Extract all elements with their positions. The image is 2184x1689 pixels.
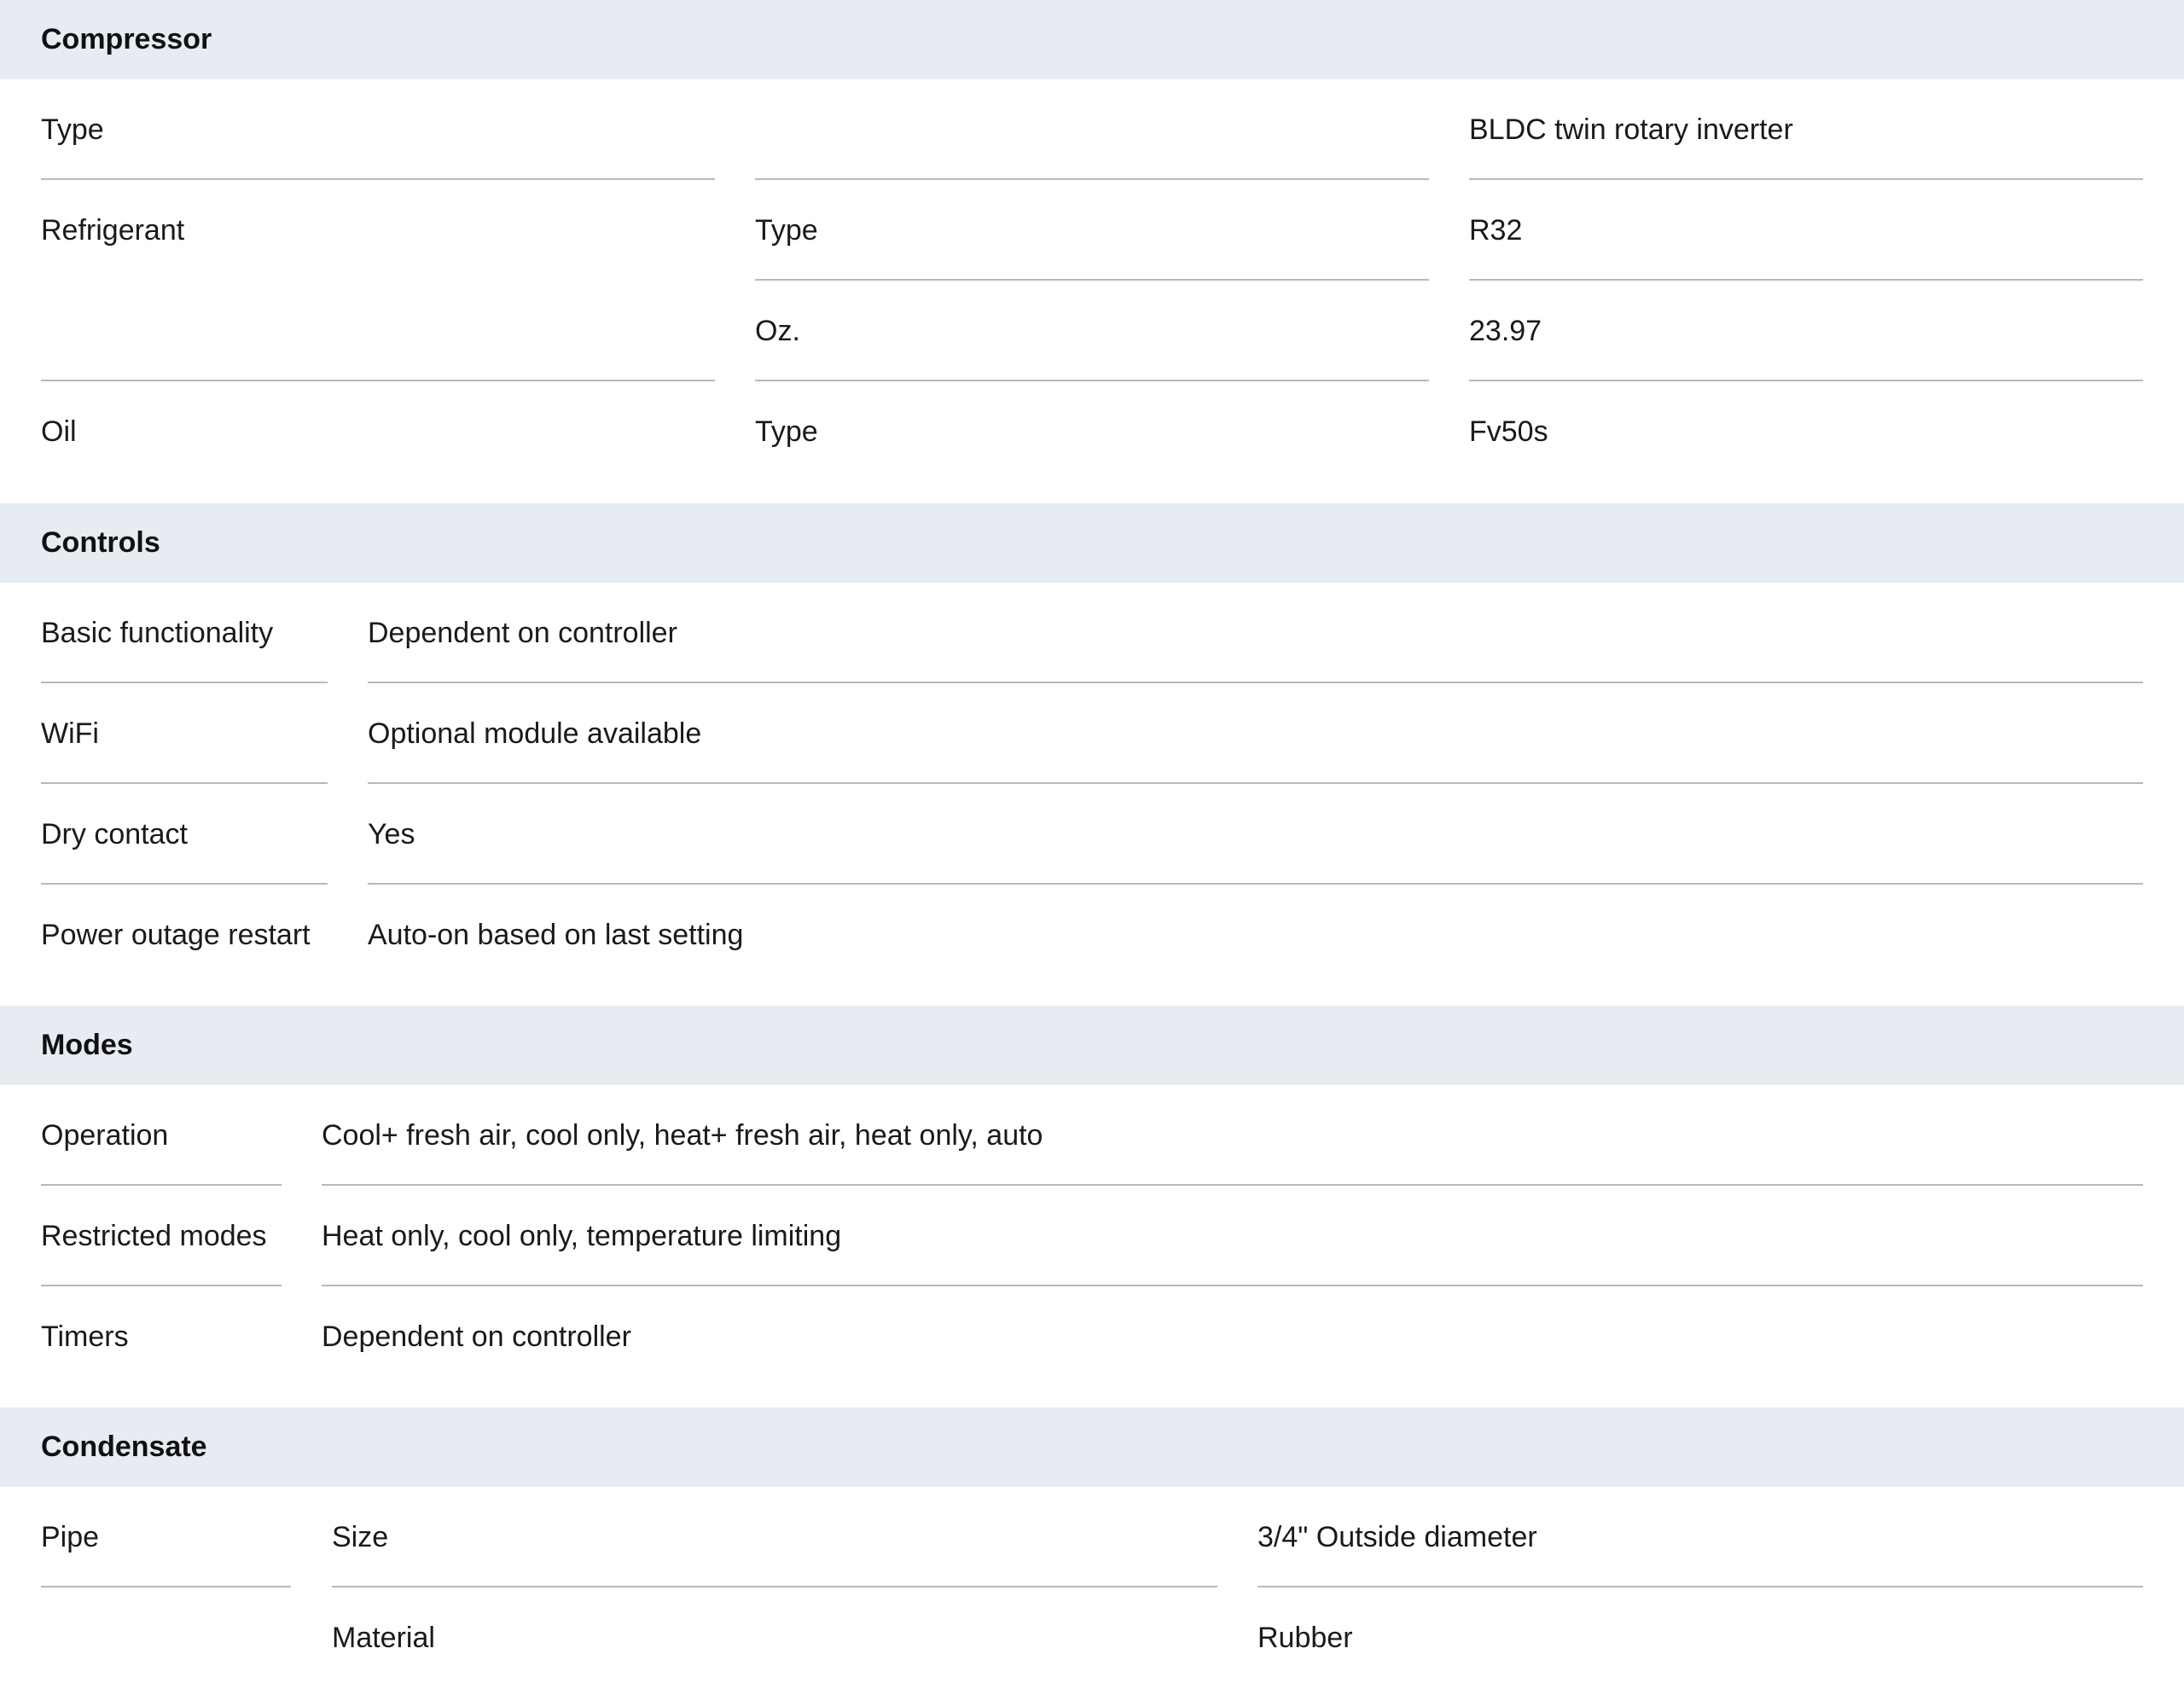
spec-label-cell: Oil: [41, 381, 715, 482]
spec-value-cell: Optional module available: [368, 683, 2143, 784]
spec-value: 23.97: [1469, 315, 1542, 347]
spec-label-cell: Dry contact: [41, 784, 328, 885]
spec-sublabel: Type: [755, 415, 818, 448]
spec-label: Basic functionality: [41, 617, 274, 649]
spec-sublabel-cell: [755, 79, 1429, 180]
spec-sublabel-cell: Material: [332, 1587, 1217, 1688]
section-title: Controls: [41, 526, 160, 559]
spec-label-cell: Pipe: [41, 1487, 291, 1587]
spec-value-cell: Heat only, cool only, temperature limiti…: [322, 1186, 2143, 1286]
spec-value-cell: Yes: [368, 784, 2143, 885]
spec-sublabel: Material: [332, 1622, 435, 1654]
spec-value: Auto-on based on last setting: [368, 919, 744, 951]
section-header-condensate: Condensate: [0, 1408, 2184, 1487]
spec-value-cell: Auto-on based on last setting: [368, 885, 2143, 985]
spec-value-cell: Dependent on controller: [368, 583, 2143, 683]
spec-value: Rubber: [1258, 1622, 1353, 1654]
section-title: Compressor: [41, 23, 212, 55]
spec-label-cell: Timers: [41, 1286, 282, 1387]
spec-label: Operation: [41, 1119, 169, 1152]
spec-value-cell: Rubber: [1258, 1587, 2143, 1688]
spec-label: Type: [41, 113, 104, 146]
spec-value: Yes: [368, 818, 415, 850]
spec-value-cell: Cool+ fresh air, cool only, heat+ fresh …: [322, 1085, 2143, 1186]
spec-label: WiFi: [41, 717, 99, 750]
spec-sublabel: Size: [332, 1521, 389, 1553]
spec-value-cell: 23.97: [1469, 281, 2143, 381]
spec-sublabel-cell: Oz.: [755, 281, 1429, 381]
section-header-compressor: Compressor: [0, 0, 2184, 79]
spec-value-cell: BLDC twin rotary inverter: [1469, 79, 2143, 180]
section-header-controls: Controls: [0, 503, 2184, 583]
spec-label: Power outage restart: [41, 919, 311, 951]
spec-value: R32: [1469, 214, 1523, 247]
spec-label-cell: Basic functionality: [41, 583, 328, 683]
spec-value-cell: R32: [1469, 180, 2143, 281]
spec-label: Dry contact: [41, 818, 188, 850]
spec-sublabel-cell: Type: [755, 381, 1429, 482]
spec-label-cell: Power outage restart: [41, 885, 328, 985]
spec-value: Dependent on controller: [368, 617, 677, 649]
spec-sublabel-cell: Size: [332, 1487, 1217, 1587]
spec-value: Optional module available: [368, 717, 702, 750]
spec-label-cell: WiFi: [41, 683, 328, 784]
spec-label-cell: Restricted modes: [41, 1186, 282, 1286]
spec-value: 3/4" Outside diameter: [1258, 1521, 1537, 1553]
spec-label-cell: Refrigerant: [41, 180, 715, 381]
spec-value: Cool+ fresh air, cool only, heat+ fresh …: [322, 1119, 1043, 1152]
spec-value-cell: Fv50s: [1469, 381, 2143, 482]
spec-value-cell: 3/4" Outside diameter: [1258, 1487, 2143, 1587]
section-header-modes: Modes: [0, 1006, 2184, 1085]
spec-sublabel: Type: [755, 214, 818, 247]
spec-label: Refrigerant: [41, 214, 185, 247]
spec-value-cell: Dependent on controller: [322, 1286, 2143, 1387]
spec-sublabel: Oz.: [755, 315, 800, 347]
spec-label-cell: Type: [41, 79, 715, 180]
spec-value: Dependent on controller: [322, 1320, 631, 1353]
spec-value: Heat only, cool only, temperature limiti…: [322, 1220, 842, 1252]
spec-sublabel-cell: Type: [755, 180, 1429, 281]
section-title: Condensate: [41, 1431, 207, 1463]
section-title: Modes: [41, 1029, 133, 1061]
spec-value: BLDC twin rotary inverter: [1469, 113, 1793, 146]
spec-value: Fv50s: [1469, 415, 1548, 448]
spec-label-cell: Operation: [41, 1085, 282, 1186]
spec-label: Restricted modes: [41, 1220, 267, 1252]
spec-label: Timers: [41, 1320, 129, 1353]
spec-label: Oil: [41, 415, 77, 448]
spec-label: Pipe: [41, 1521, 100, 1553]
